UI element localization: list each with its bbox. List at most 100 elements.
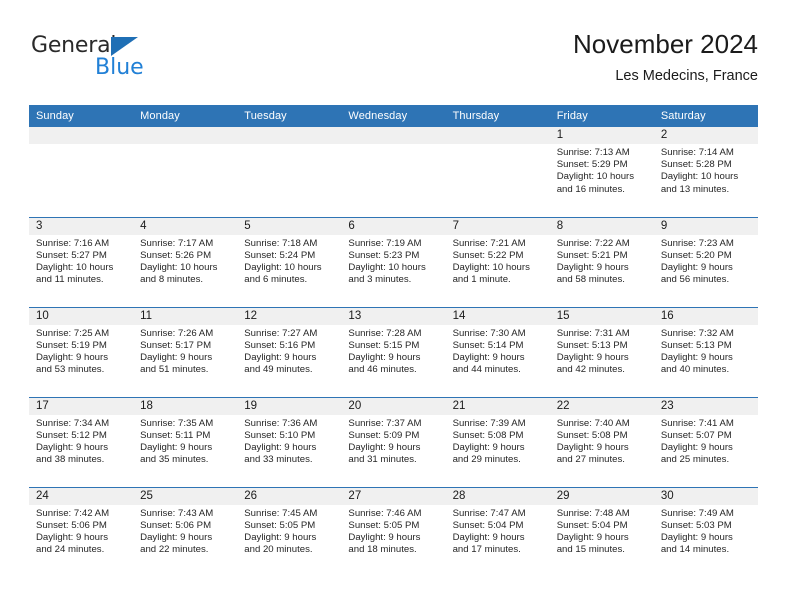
calendar-day-cell-empty xyxy=(445,127,550,217)
calendar-day-cell[interactable]: 13 Sunrise: 7:28 AM Sunset: 5:15 PM Dayligh… xyxy=(341,306,446,397)
day-cell-inner: 8 Sunrise: 7:22 AM Sunset: 5:21 PM Daylight… xyxy=(549,217,654,307)
day-cell-details: Sunrise: 7:34 AM Sunset: 5:12 PM Daylight:… xyxy=(29,415,133,467)
day-number: 1 xyxy=(549,127,654,144)
calendar-day-cell-empty xyxy=(133,127,238,217)
day-cell-inner: 5 Sunrise: 7:18 AM Sunset: 5:24 PM Daylight… xyxy=(237,217,342,307)
day-cell-details: Sunrise: 7:19 AM Sunset: 5:23 PM Daylight:… xyxy=(341,235,445,287)
calendar-day-cell[interactable]: 25 Sunrise: 7:43 AM Sunset: 5:06 PM Dayligh… xyxy=(133,486,238,577)
calendar-day-cell[interactable]: 11 Sunrise: 7:26 AM Sunset: 5:17 PM Dayligh… xyxy=(133,306,238,397)
sunrise-text: Sunrise: 7:31 AM xyxy=(556,327,630,339)
sunset-text: Sunset: 5:03 PM xyxy=(660,519,732,531)
daylight-text-line1: Daylight: 9 hours xyxy=(244,441,317,453)
day-cell-inner: 14 Sunrise: 7:30 AM Sunset: 5:14 PM Dayligh… xyxy=(445,307,550,397)
calendar-day-cell[interactable]: 17 Sunrise: 7:34 AM Sunset: 5:12 PM Dayligh… xyxy=(29,396,134,487)
day-cell-inner: 4 Sunrise: 7:17 AM Sunset: 5:26 PM Daylight… xyxy=(133,217,238,307)
day-cell-details: Sunrise: 7:16 AM Sunset: 5:27 PM Daylight:… xyxy=(29,235,133,287)
day-cell-inner xyxy=(341,127,446,217)
calendar-day-cell[interactable]: 28 Sunrise: 7:47 AM Sunset: 5:04 PM Dayligh… xyxy=(445,486,550,578)
day-number xyxy=(341,127,446,144)
calendar-day-cell[interactable]: 5 Sunrise: 7:18 AM Sunset: 5:24 PM Daylight… xyxy=(237,216,342,307)
calendar-day-cell-empty xyxy=(29,127,134,217)
sunset-text: Sunset: 5:26 PM xyxy=(140,249,212,261)
day-cell-inner: 21 Sunrise: 7:39 AM Sunset: 5:08 PM Dayligh… xyxy=(445,397,550,487)
daylight-text-line2: and 31 minutes. xyxy=(348,454,417,466)
daylight-text-line2: and 44 minutes. xyxy=(452,364,521,376)
sunset-text: Sunset: 5:08 PM xyxy=(452,429,524,441)
day-cell-inner xyxy=(29,127,134,217)
sunset-text: Sunset: 5:19 PM xyxy=(36,339,107,351)
sunset-text: Sunset: 5:13 PM xyxy=(556,339,628,351)
day-cell-inner: 16 Sunrise: 7:32 AM Sunset: 5:13 PM Dayligh… xyxy=(653,307,758,397)
sunrise-text: Sunrise: 7:23 AM xyxy=(660,237,734,249)
daylight-text-line1: Daylight: 9 hours xyxy=(660,441,733,453)
daylight-text-line1: Daylight: 10 hours xyxy=(36,261,114,273)
calendar-day-cell[interactable]: 3 Sunrise: 7:16 AM Sunset: 5:27 PM Daylight… xyxy=(29,216,134,307)
calendar-day-cell[interactable]: 6 Sunrise: 7:19 AM Sunset: 5:23 PM Daylight… xyxy=(341,216,446,307)
sunset-text: Sunset: 5:12 PM xyxy=(36,429,107,441)
day-cell-inner: 28 Sunrise: 7:47 AM Sunset: 5:04 PM Dayligh… xyxy=(445,487,550,578)
calendar-day-cell[interactable]: 26 Sunrise: 7:45 AM Sunset: 5:05 PM Dayligh… xyxy=(237,486,342,577)
day-cell-inner: 1 Sunrise: 7:13 AM Sunset: 5:29 PM Daylight… xyxy=(549,127,654,217)
calendar-day-cell[interactable]: 21 Sunrise: 7:39 AM Sunset: 5:08 PM Dayligh… xyxy=(445,396,550,487)
calendar-week-row: 17 Sunrise: 7:34 AM Sunset: 5:12 PM Dayligh… xyxy=(29,396,758,487)
generalblue-logo[interactable]: General Blue xyxy=(31,34,211,92)
calendar-day-cell[interactable]: 15 Sunrise: 7:31 AM Sunset: 5:13 PM Dayligh… xyxy=(549,306,654,397)
sunset-text: Sunset: 5:24 PM xyxy=(244,249,316,261)
daylight-text-line2: and 35 minutes. xyxy=(140,454,209,466)
sunset-text: Sunset: 5:22 PM xyxy=(452,249,524,261)
sunrise-text: Sunrise: 7:17 AM xyxy=(140,237,214,249)
calendar-day-cell[interactable]: 29 Sunrise: 7:48 AM Sunset: 5:04 PM Dayligh… xyxy=(549,486,654,577)
daylight-text-line2: and 38 minutes. xyxy=(36,454,105,466)
calendar-week-row: 3 Sunrise: 7:16 AM Sunset: 5:27 PM Daylight… xyxy=(29,216,758,307)
calendar-day-cell[interactable]: 24 Sunrise: 7:42 AM Sunset: 5:06 PM Dayligh… xyxy=(29,486,134,577)
page-header: General Blue November 2024 Les Medecins,… xyxy=(29,28,758,98)
calendar-day-cell[interactable]: 2 Sunrise: 7:14 AM Sunset: 5:28 PM Daylight… xyxy=(653,127,758,217)
day-cell-inner: 20 Sunrise: 7:37 AM Sunset: 5:09 PM Dayligh… xyxy=(341,397,446,487)
calendar-day-cell[interactable]: 4 Sunrise: 7:17 AM Sunset: 5:26 PM Daylight… xyxy=(133,216,238,307)
day-number: 9 xyxy=(653,217,758,235)
sunset-text: Sunset: 5:15 PM xyxy=(348,339,420,351)
sunrise-sunset-calendar-table: Sunday Monday Tuesday Wednesday Thursday… xyxy=(29,105,758,577)
daylight-text-line1: Daylight: 9 hours xyxy=(348,351,421,363)
daylight-text-line1: Daylight: 9 hours xyxy=(244,531,317,543)
day-cell-inner: 7 Sunrise: 7:21 AM Sunset: 5:22 PM Daylight… xyxy=(445,217,550,307)
calendar-day-cell[interactable]: 27 Sunrise: 7:46 AM Sunset: 5:05 PM Dayligh… xyxy=(341,486,446,577)
calendar-day-cell[interactable]: 7 Sunrise: 7:21 AM Sunset: 5:22 PM Daylight… xyxy=(445,216,550,307)
day-cell-inner: 3 Sunrise: 7:16 AM Sunset: 5:27 PM Daylight… xyxy=(29,217,134,307)
calendar-day-cell-empty xyxy=(237,127,342,217)
calendar-day-cell[interactable]: 22 Sunrise: 7:40 AM Sunset: 5:08 PM Dayligh… xyxy=(549,396,654,487)
sunrise-text: Sunrise: 7:43 AM xyxy=(140,507,214,519)
day-number: 13 xyxy=(341,307,446,325)
calendar-day-cell[interactable]: 8 Sunrise: 7:22 AM Sunset: 5:21 PM Daylight… xyxy=(549,216,654,307)
sunset-text: Sunset: 5:16 PM xyxy=(244,339,316,351)
calendar-week-row: 1 Sunrise: 7:13 AM Sunset: 5:29 PM Daylight… xyxy=(29,127,758,217)
calendar-day-cell[interactable]: 16 Sunrise: 7:32 AM Sunset: 5:13 PM Dayligh… xyxy=(653,306,758,397)
day-cell-details: Sunrise: 7:26 AM Sunset: 5:17 PM Daylight:… xyxy=(133,325,237,377)
logo-triangle-icon xyxy=(111,37,138,56)
sunset-text: Sunset: 5:17 PM xyxy=(140,339,212,351)
calendar-day-cell[interactable]: 12 Sunrise: 7:27 AM Sunset: 5:16 PM Dayligh… xyxy=(237,306,342,397)
calendar-day-cell[interactable]: 19 Sunrise: 7:36 AM Sunset: 5:10 PM Dayligh… xyxy=(237,396,342,487)
calendar-day-cell[interactable]: 10 Sunrise: 7:25 AM Sunset: 5:19 PM Dayligh… xyxy=(29,306,134,397)
day-cell-details: Sunrise: 7:30 AM Sunset: 5:14 PM Daylight:… xyxy=(446,325,550,377)
daylight-text-line2: and 49 minutes. xyxy=(244,364,313,376)
daylight-text-line2: and 18 minutes. xyxy=(348,544,417,556)
calendar-day-cell[interactable]: 30 Sunrise: 7:49 AM Sunset: 5:03 PM Dayligh… xyxy=(653,486,758,577)
calendar-day-cell[interactable]: 14 Sunrise: 7:30 AM Sunset: 5:14 PM Dayligh… xyxy=(445,306,550,397)
calendar-day-cell[interactable]: 1 Sunrise: 7:13 AM Sunset: 5:29 PM Daylight… xyxy=(549,127,654,217)
calendar-day-cell[interactable]: 20 Sunrise: 7:37 AM Sunset: 5:09 PM Dayligh… xyxy=(341,396,446,487)
calendar-day-cell[interactable]: 18 Sunrise: 7:35 AM Sunset: 5:11 PM Dayligh… xyxy=(133,396,238,487)
calendar-day-cell[interactable]: 23 Sunrise: 7:41 AM Sunset: 5:07 PM Dayligh… xyxy=(653,396,758,487)
daylight-text-line2: and 33 minutes. xyxy=(244,454,313,466)
day-number: 26 xyxy=(237,487,342,505)
daylight-text-line1: Daylight: 10 hours xyxy=(660,171,739,183)
sunrise-text: Sunrise: 7:32 AM xyxy=(660,327,734,339)
day-number xyxy=(29,127,134,144)
sunrise-text: Sunrise: 7:37 AM xyxy=(348,417,422,429)
day-cell-inner: 11 Sunrise: 7:26 AM Sunset: 5:17 PM Dayligh… xyxy=(133,307,238,397)
day-cell-inner xyxy=(237,127,342,217)
daylight-text-line1: Daylight: 9 hours xyxy=(556,261,629,273)
calendar-day-cell[interactable]: 9 Sunrise: 7:23 AM Sunset: 5:20 PM Daylight… xyxy=(653,216,758,307)
day-cell-inner: 22 Sunrise: 7:40 AM Sunset: 5:08 PM Dayligh… xyxy=(549,397,654,487)
daylight-text-line2: and 58 minutes. xyxy=(556,274,625,286)
